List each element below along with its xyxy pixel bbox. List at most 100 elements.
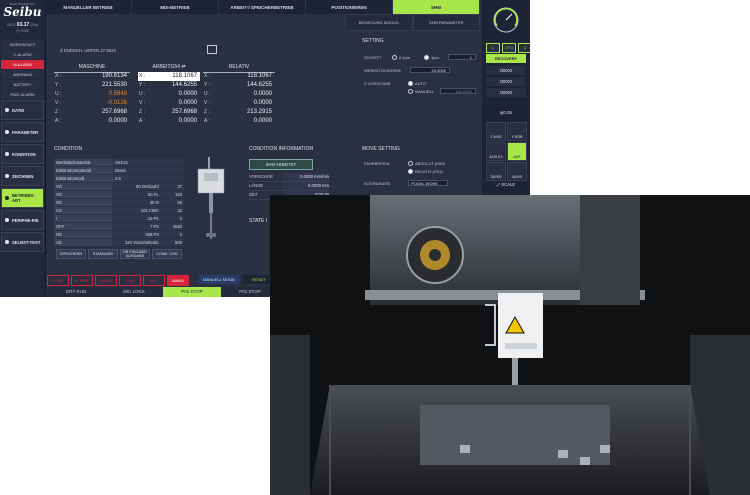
maschine-y: Y : 221.5530: [54, 81, 130, 90]
relativ-v: V : 0.0000: [203, 99, 275, 108]
speichern-button[interactable]: SPEICHERN: [56, 249, 86, 259]
z-limit-label: Z ENDSCH. UNTEN 27.9622: [60, 48, 116, 53]
condition-title: CONDITION: [54, 146, 83, 152]
axis-label: A :: [139, 118, 145, 124]
row-value[interactable]: SKD11: [113, 159, 184, 166]
nav-peripherie[interactable]: PERIPHE-RIE: [1, 210, 44, 230]
table-row: Elektrodenmaß 0.5: [54, 175, 184, 183]
mode-l-button[interactable]: L: [486, 43, 500, 53]
manu-button[interactable]: MANU: [167, 275, 189, 286]
nav-label: BETRIEBS-ART: [12, 193, 35, 203]
radio-icon: [408, 81, 413, 87]
table-row: AD 320 Vorschiebrate 500: [54, 239, 184, 247]
nav-datei[interactable]: DATEI: [1, 100, 44, 120]
table-row: CS 102 CMG 22: [54, 207, 184, 215]
table-row: Werkstückmaterial SKD11: [54, 159, 184, 167]
nav-kondition[interactable]: KONDITION: [1, 144, 44, 164]
tab-manueller-betrieb[interactable]: MANUELLER BETRIEB: [45, 0, 132, 14]
tab-mdi-betrieb[interactable]: MDI-BETRIEB: [132, 0, 219, 14]
row-name: Werkstückmaterial: [54, 159, 114, 166]
row-right: 22: [160, 207, 184, 214]
radio-icon: [392, 55, 397, 61]
row-name: OFF: [54, 223, 113, 230]
link-icon[interactable]: ⇄: [181, 64, 185, 70]
program-number: O0002: [486, 77, 526, 86]
axis-value: 144.6255: [171, 82, 197, 88]
db-io-button[interactable]: DB EINGABE/ AUSGABE: [120, 249, 150, 259]
koord-label: KOORDINATE: [364, 181, 391, 186]
fahr-relativ[interactable]: RELATIV (G91): [408, 169, 443, 175]
nav-selbsttest[interactable]: SELBST-TEST: [1, 232, 44, 252]
fahr-absolut[interactable]: ABSOLUT (G90): [408, 161, 445, 167]
manual-mode-button[interactable]: MANUELL MODE: [199, 275, 239, 284]
scale-button[interactable]: ⤢ SCALE: [486, 180, 526, 190]
zvor-label: Z VORSCHUB: [364, 81, 391, 86]
zvor-input[interactable]: 120.0000: [440, 88, 476, 94]
tab-arbeit-speicherbetrieb[interactable]: ARBEIT-/ SPEICHERBETRIEB: [219, 0, 306, 14]
recovery-button[interactable]: RECOVERY: [486, 54, 526, 63]
zvor-manuell[interactable]: MANUELL: [408, 89, 434, 95]
cvr-button[interactable]: CVR: [119, 275, 141, 286]
schritt-opt2[interactable]: 1µm: [424, 55, 439, 61]
standard-button[interactable]: STANDARD: [88, 249, 118, 259]
axis-label: A :: [55, 118, 61, 124]
cond-chg-button[interactable]: COND. CHG: [152, 249, 182, 259]
mode-c-button[interactable]: C: [518, 43, 530, 53]
test-icon: [5, 240, 9, 244]
nav-betriebsart[interactable]: BETRIEBS-ART: [1, 188, 44, 208]
werk-label: WERKSTÜCKHÖHE: [364, 68, 402, 73]
edit-icon[interactable]: [207, 45, 217, 54]
zvor-auto[interactable]: AUTO: [408, 81, 427, 87]
axis-label: X :: [139, 73, 146, 79]
awt-axis-button[interactable]: AWT: [507, 142, 527, 161]
alarm-list: EMERGENCY C-ALARM M-ALARM WARNING BATTER…: [0, 40, 45, 99]
radio-label: AUTO: [415, 81, 427, 86]
wire-diameter: φ0.25: [500, 110, 512, 115]
p01-stop-button[interactable]: P01 STOP: [163, 287, 221, 297]
arbeit-z: Z : 257.6968: [138, 108, 200, 117]
alarm-warning: WARNING: [1, 70, 44, 79]
mc-lock-button[interactable]: M/C LOCK: [105, 287, 163, 297]
row-right: 0: [160, 231, 184, 238]
4axis-button[interactable]: 4AXIS: [507, 162, 527, 181]
arbeit-x[interactable]: X : 118.1067: [138, 72, 200, 81]
nav-zeichnen[interactable]: ZEICHNEN: [1, 166, 44, 186]
schritt-opt1[interactable]: 0.1µm: [392, 55, 410, 61]
axis-label: Z :: [139, 109, 145, 115]
n-rwd-button[interactable]: N_RWD: [71, 275, 93, 286]
axis-value: 0.0000: [253, 91, 272, 97]
axis-value: 0.0000: [253, 100, 272, 106]
shm-arbeitet-button[interactable]: SHM ARBEITET: [249, 159, 313, 170]
electrode-head-illustration: [197, 157, 225, 239]
werk-input[interactable]: 20.0000: [410, 67, 450, 73]
mode-cyc-button[interactable]: CYC: [502, 43, 516, 53]
peripheral-icon: [5, 218, 9, 222]
tab-positionieren[interactable]: POSITIONIEREN: [306, 0, 393, 14]
uvorg-button[interactable]: UVORG: [95, 275, 117, 286]
tab-shm[interactable]: SHM: [393, 0, 480, 14]
koord-select[interactable]: PODAL WORK: [408, 180, 448, 186]
nav-parameter[interactable]: PARAMETER: [1, 122, 44, 142]
table-row: HS 908 P3 0: [54, 231, 184, 239]
program-number: O0002: [486, 66, 526, 75]
dry-run-button[interactable]: DRY RUN: [47, 287, 105, 297]
awt-button[interactable]: AWT: [143, 275, 165, 286]
z-axis-button[interactable]: Z AXIS: [486, 122, 506, 141]
schritt-input[interactable]: 1: [448, 54, 476, 60]
alarm-battery: BATTERY: [1, 80, 44, 89]
axis-label: U :: [55, 91, 62, 97]
radio-icon: [408, 169, 413, 175]
taper-button[interactable]: TAPER: [486, 162, 506, 181]
subtab-shm-parameter[interactable]: SHM PARAMETER: [412, 14, 480, 31]
p-tap-button[interactable]: P_TAP: [47, 275, 69, 286]
radio-label: ABSOLUT (G90): [415, 161, 445, 166]
nav-label: ZEICHNEN: [12, 173, 34, 179]
axis-value: 190.6134: [101, 73, 127, 79]
subtab-bewegung-modus[interactable]: BEWEGUNG MODUS: [345, 14, 413, 31]
y-rob-button[interactable]: Y ROB: [507, 122, 527, 141]
axis-ex-button[interactable]: AXIS EX: [486, 142, 506, 161]
row-value[interactable]: Brass: [113, 167, 184, 174]
row-mid: 908 P3: [112, 231, 161, 238]
info-value: 0.0000 mm: [283, 182, 329, 190]
row-value[interactable]: 0.5: [113, 175, 184, 182]
